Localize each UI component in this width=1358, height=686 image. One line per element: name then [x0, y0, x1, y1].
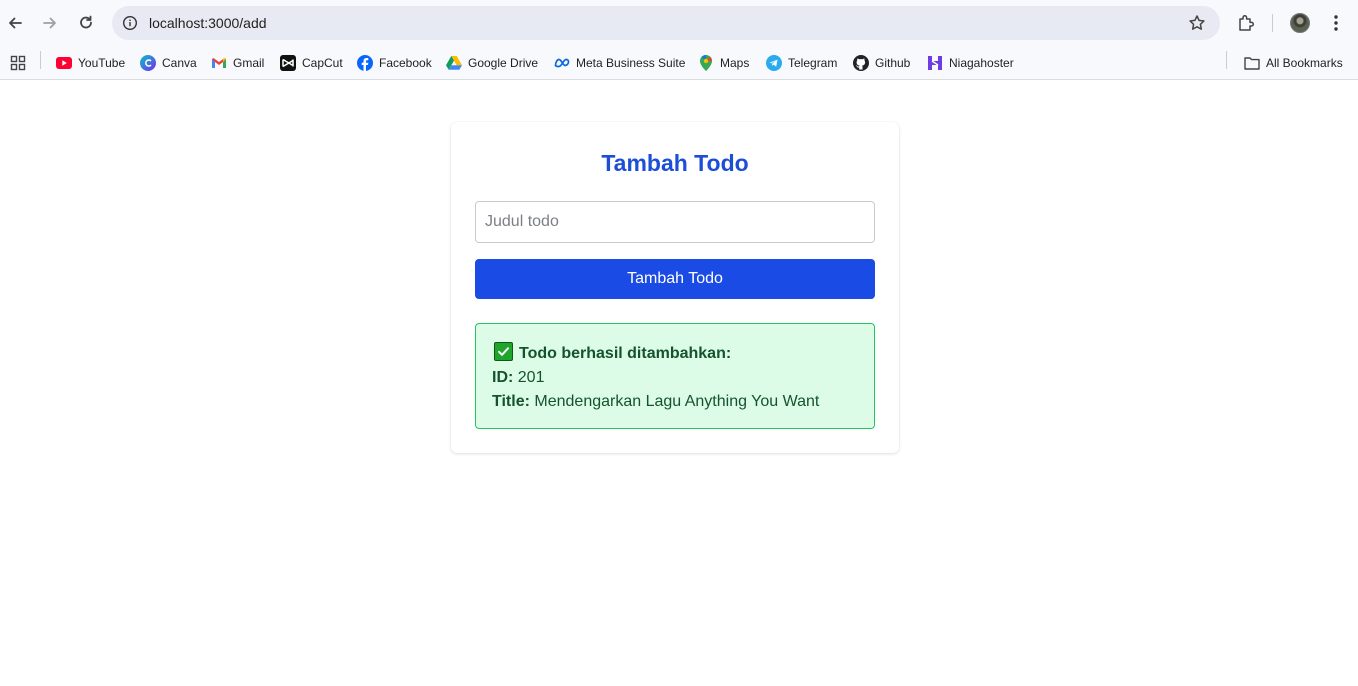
bookmark-label: Gmail [233, 56, 265, 70]
bookmark-label: Maps [720, 56, 750, 70]
add-todo-card: Tambah Todo Tambah Todo Todo berhasil di… [451, 122, 899, 453]
success-alert: Todo berhasil ditambahkan: ID: 201 Title… [475, 323, 875, 429]
facebook-icon [357, 55, 373, 71]
canva-icon [140, 55, 156, 71]
telegram-icon [766, 55, 782, 71]
apps-button[interactable] [10, 52, 26, 74]
bookmark-label: Github [875, 56, 911, 70]
apps-grid-icon [10, 55, 26, 71]
bookmark-label: Niagahoster [949, 56, 1014, 70]
bookmark-label: YouTube [78, 56, 126, 70]
alert-title-line: Title: Mendengarkan Lagu Anything You Wa… [492, 390, 858, 414]
id-value: 201 [517, 369, 545, 386]
forward-button[interactable] [36, 9, 64, 37]
arrow-left-icon [9, 17, 22, 29]
bookmark-niagahoster[interactable]: Niagahoster [927, 52, 1014, 74]
toolbar-divider [1272, 14, 1273, 32]
bookmark-canva[interactable]: Canva [140, 52, 197, 74]
site-info-icon[interactable] [120, 13, 140, 33]
bookmark-star-icon[interactable] [1188, 14, 1206, 32]
folder-icon [1244, 55, 1260, 71]
niagahoster-icon [927, 55, 943, 71]
bookmark-label: CapCut [302, 56, 343, 70]
youtube-icon [56, 55, 72, 71]
bookmark-meta-business-suite[interactable]: Meta Business Suite [554, 52, 685, 74]
bookmark-label: Telegram [788, 56, 838, 70]
gmail-icon [211, 55, 227, 71]
browser-toolbar: localhost:3000/add [0, 0, 1358, 46]
bookmark-facebook[interactable]: Facebook [357, 52, 432, 74]
reload-icon [80, 15, 92, 29]
bookmark-maps[interactable]: Maps [698, 52, 749, 74]
bookmark-gmail[interactable]: Gmail [211, 52, 264, 74]
id-label: ID: [492, 369, 514, 386]
todo-title-input[interactable] [475, 201, 875, 243]
meta-icon [554, 55, 570, 71]
bookmark-label: Facebook [379, 56, 432, 70]
bookmark-github[interactable]: Github [853, 52, 910, 74]
puzzle-icon [1239, 14, 1255, 31]
bookmarks-divider [40, 51, 41, 69]
profile-avatar[interactable] [1290, 13, 1310, 33]
reload-button[interactable] [72, 9, 100, 37]
all-bookmarks-label: All Bookmarks [1266, 56, 1343, 70]
extensions-button[interactable] [1235, 12, 1257, 34]
bookmark-label: Canva [162, 56, 197, 70]
menu-button[interactable] [1325, 12, 1347, 34]
alert-heading: Todo berhasil ditambahkan: [519, 345, 732, 362]
back-button[interactable] [1, 9, 29, 37]
bookmark-label: Meta Business Suite [576, 56, 686, 70]
bookmarks-bar: YouTube Canva Gmail CapCut Facebook Goog… [0, 46, 1358, 80]
all-bookmarks-button[interactable]: All Bookmarks [1244, 52, 1343, 74]
github-icon [853, 55, 869, 71]
title-value: Mendengarkan Lagu Anything You Want [534, 393, 820, 410]
bookmark-google-drive[interactable]: Google Drive [446, 52, 538, 74]
bookmark-youtube[interactable]: YouTube [56, 52, 125, 74]
url-text[interactable]: localhost:3000/add [149, 15, 267, 31]
maps-pin-icon [698, 55, 714, 71]
page-title: Tambah Todo [601, 150, 749, 176]
google-drive-icon [446, 55, 462, 71]
check-mark-icon [494, 342, 513, 361]
kebab-menu-icon [1334, 15, 1338, 31]
bookmarks-divider [1226, 51, 1227, 69]
bookmark-telegram[interactable]: Telegram [766, 52, 837, 74]
bookmark-label: Google Drive [468, 56, 539, 70]
add-todo-button[interactable]: Tambah Todo [475, 259, 875, 299]
alert-id-line: ID: 201 [492, 366, 858, 390]
arrow-right-icon [43, 17, 56, 29]
address-bar[interactable]: localhost:3000/add [112, 6, 1220, 40]
title-label: Title: [492, 393, 530, 410]
bookmark-capcut[interactable]: CapCut [280, 52, 343, 74]
capcut-icon [280, 55, 296, 71]
alert-heading-line: Todo berhasil ditambahkan: [492, 342, 858, 366]
